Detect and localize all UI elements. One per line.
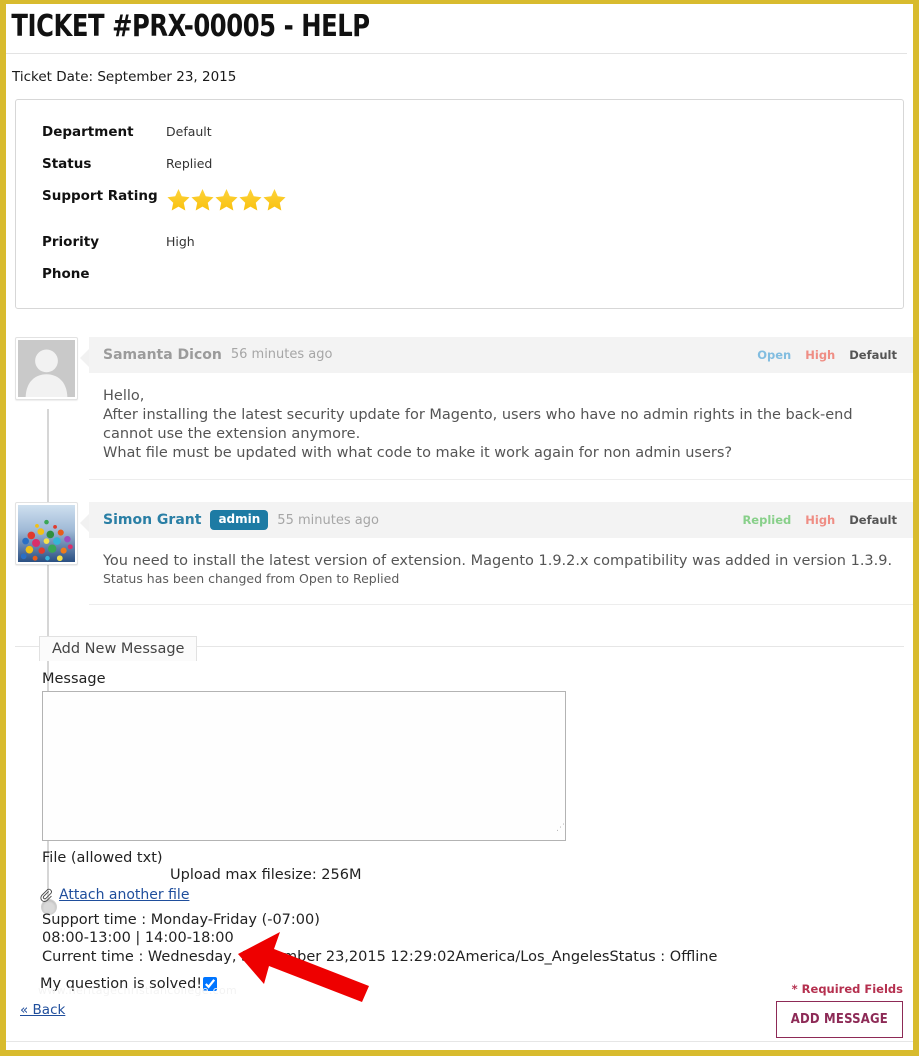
user-silhouette-icon <box>18 339 75 397</box>
page-content: TICKET #PRX-00005 - HELP Ticket Date: Se… <box>6 4 913 1050</box>
avatar[interactable] <box>15 336 78 400</box>
message-body: You need to install the latest version o… <box>89 538 913 604</box>
message-status-note: Status has been changed from Open to Rep… <box>103 571 400 587</box>
message-header: Samanta Dicon 56 minutes ago Open High D… <box>89 336 913 373</box>
message-line: Hello, <box>103 387 145 404</box>
support-time-block: Support time : Monday-Friday (-07:00) 08… <box>42 911 904 967</box>
footer-divider <box>6 1041 913 1042</box>
info-value-status: Replied <box>166 155 213 171</box>
message-author: Simon Grant <box>103 512 202 528</box>
balloons-photo-icon <box>18 505 75 562</box>
ticket-date: Ticket Date: September 23, 2015 <box>12 68 237 85</box>
star-icon[interactable] <box>238 188 263 212</box>
star-icon[interactable] <box>214 188 239 212</box>
message-department-badge: Default <box>849 347 897 362</box>
conversation-thread: Samanta Dicon 56 minutes ago Open High D… <box>6 336 913 915</box>
message-status-badge: Open <box>757 347 792 362</box>
info-label-priority: Priority <box>42 233 99 250</box>
message-header: Simon Grant admin 55 minutes ago Replied… <box>89 502 913 538</box>
admin-badge: admin <box>210 510 269 530</box>
message-line: After installing the latest security upd… <box>103 406 853 442</box>
info-label-department: Department <box>42 123 134 140</box>
support-time-hours: 08:00-13:00 | 14:00-18:00 <box>42 930 234 947</box>
message-bubble: Samanta Dicon 56 minutes ago Open High D… <box>80 336 913 480</box>
page-title: TICKET #PRX-00005 - HELP <box>11 9 370 44</box>
paperclip-icon <box>40 888 52 902</box>
message-item: Simon Grant admin 55 minutes ago Replied… <box>6 502 913 605</box>
file-field-label: File (allowed txt) <box>42 849 163 866</box>
message-priority-badge: High <box>805 347 836 362</box>
star-icon[interactable] <box>262 188 287 212</box>
attach-another-file-link[interactable]: Attach another file <box>59 887 189 903</box>
message-priority-badge: High <box>805 513 836 527</box>
message-line: You need to install the latest version o… <box>103 553 893 569</box>
info-value-priority: High <box>166 233 195 249</box>
message-timestamp: 55 minutes ago <box>277 512 379 528</box>
avatar[interactable] <box>15 502 78 565</box>
message-meta: Replied High Default <box>742 513 901 527</box>
avatar-wrapper <box>6 336 80 400</box>
info-label-support-rating: Support Rating <box>42 187 158 204</box>
add-message-form: Add New Message Message ⋰ File (allowed … <box>15 635 904 993</box>
message-department-badge: Default <box>849 513 897 527</box>
message-field-label: Message <box>42 670 106 687</box>
message-timestamp: 56 minutes ago <box>230 347 333 362</box>
page-footer: www.heritagechristiancollege.com « Back … <box>6 980 913 1050</box>
form-body: Message ⋰ File (allowed txt) Upload max … <box>15 661 904 993</box>
add-message-button[interactable]: ADD MESSAGE <box>775 1001 903 1038</box>
message-author: Samanta Dicon <box>103 346 222 363</box>
ticket-info-card: Department Default Status Replied Suppor… <box>15 98 904 309</box>
info-row-phone: Phone <box>16 258 903 290</box>
message-meta: Open High Default <box>757 348 901 362</box>
message-input[interactable] <box>42 690 566 841</box>
message-bubble: Simon Grant admin 55 minutes ago Replied… <box>80 502 913 605</box>
info-label-phone: Phone <box>42 265 90 282</box>
info-label-status: Status <box>42 155 92 172</box>
info-value-department: Default <box>166 123 212 139</box>
site-watermark: www.heritagechristiancollege.com <box>38 984 238 997</box>
info-row-status: Status Replied <box>16 148 903 180</box>
info-row-priority: Priority High <box>16 226 903 258</box>
add-new-message-legend: Add New Message <box>39 635 198 661</box>
page-frame: TICKET #PRX-00005 - HELP Ticket Date: Se… <box>0 0 919 1056</box>
current-time-line: Current time : Wednesday, September 23,2… <box>42 948 718 965</box>
back-link[interactable]: « Back <box>20 1002 65 1018</box>
support-time-days: Support time : Monday-Friday (-07:00) <box>42 911 320 928</box>
message-line: What file must be updated with what code… <box>103 444 733 461</box>
required-fields-note: * Required Fields <box>791 982 903 996</box>
message-status-badge: Replied <box>742 513 792 527</box>
star-icon[interactable] <box>166 188 191 212</box>
message-item: Samanta Dicon 56 minutes ago Open High D… <box>6 336 913 480</box>
info-row-department: Department Default <box>16 116 903 148</box>
avatar-wrapper <box>6 502 80 565</box>
attach-file-row[interactable]: Attach another file <box>38 887 904 903</box>
info-row-support-rating: Support Rating <box>16 180 903 226</box>
support-rating-stars[interactable] <box>166 180 286 215</box>
star-icon[interactable] <box>190 188 215 212</box>
upload-max-filesize: Upload max filesize: 256M <box>170 866 362 883</box>
message-body: Hello, After installing the latest secur… <box>89 373 913 480</box>
